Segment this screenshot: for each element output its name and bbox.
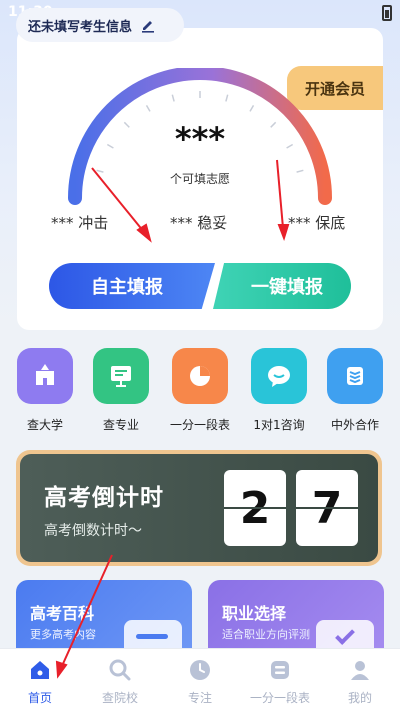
major-board-icon [93,348,149,404]
gauge-tick [249,104,255,112]
fill-action-row: 自主填报 一键填报 [49,263,351,309]
tab-search-college[interactable]: 查院校 [80,649,160,710]
volunteer-count: *** [174,120,226,158]
tier-match: *** 稳妥 [170,214,228,232]
feature-subtitle: 更多高考内容 [30,628,96,641]
shortcut-international[interactable]: 中外合作 [316,348,394,433]
feature-title: 职业选择 [222,604,287,623]
tab-label: 专注 [187,691,212,705]
shortcut-score-table[interactable]: 一分一段表 [161,348,239,433]
shortcut-label: 查大学 [26,418,63,432]
one-click-fill-button[interactable]: 一键填报 [213,263,351,309]
tier-safety: *** 保底 [288,214,346,232]
tab-label: 我的 [347,691,372,705]
countdown-digit-ones: 7 [296,470,358,546]
exam-countdown-card[interactable]: 高考倒计时 高考倒数计时～ 2 7 [16,450,382,566]
shortcut-major[interactable]: 查专业 [82,348,160,433]
layers-icon [327,348,383,404]
edit-icon [142,21,155,33]
volunteer-summary-card: 开通会员 *** 个可填志愿 *** 冲击 *** 稳妥 *** 保底 自主填报… [17,28,383,330]
search-icon [107,657,133,683]
countdown-subtitle: 高考倒数计时～ [44,523,142,539]
tab-label: 首页 [27,691,52,705]
shortcut-label: 查专业 [102,418,139,432]
gauge-tick [145,104,151,112]
bottom-tab-bar: 首页 查院校 专注 一分一段表 我的 [0,648,400,710]
home-icon [27,657,53,683]
profile-info-prompt[interactable]: 还未填写考生信息 [16,8,184,42]
shortcut-label: 1对1咨询 [253,418,305,432]
tab-home[interactable]: 首页 [0,649,80,710]
feature-subtitle: 适合职业方向评测 [222,628,310,641]
tab-score-table[interactable]: 一分一段表 [240,649,320,710]
profile-icon [347,657,373,683]
tab-profile[interactable]: 我的 [320,649,400,710]
countdown-title: 高考倒计时 [44,485,164,511]
gauge-tick [225,94,229,102]
countdown-inner: 高考倒计时 高考倒数计时～ 2 7 [20,454,378,562]
clock-icon [187,657,213,683]
tab-focus[interactable]: 专注 [160,649,240,710]
ranking-table-icon [267,657,293,683]
chat-bubble-icon [251,348,307,404]
shortcut-consult[interactable]: 1对1咨询 [240,348,318,433]
feature-title: 高考百科 [30,604,95,623]
tier-reach: *** 冲击 [51,214,109,232]
countdown-digit-tens: 2 [224,470,286,546]
shortcut-grid: 查大学 查专业 一分一段表 1对1咨询 中外合作 [0,348,400,438]
university-icon [17,348,73,404]
tab-label: 查院校 [101,691,138,705]
shortcut-university[interactable]: 查大学 [6,348,84,433]
volunteer-count-caption: 个可填志愿 [169,172,230,186]
gauge-tick [171,94,175,102]
tab-label: 一分一段表 [249,691,310,705]
shortcut-label: 一分一段表 [169,418,230,432]
shortcut-label: 中外合作 [330,418,379,432]
battery-icon [382,5,392,21]
pie-chart-icon [172,348,228,404]
self-fill-button[interactable]: 自主填报 [49,263,215,309]
profile-prompt-text: 还未填写考生信息 [28,19,133,35]
